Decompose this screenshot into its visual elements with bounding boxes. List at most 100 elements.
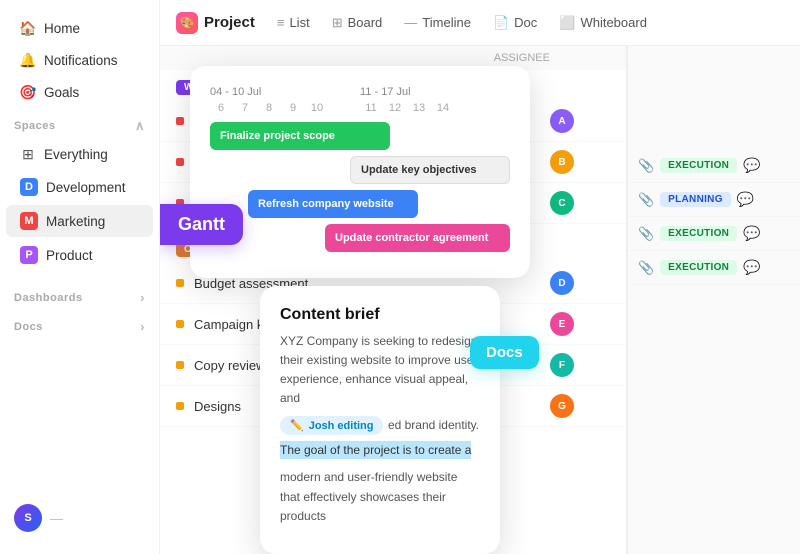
task-dot <box>176 402 184 410</box>
dashboards-expand-icon[interactable]: › <box>140 290 145 305</box>
list-icon: ≡ <box>277 15 285 30</box>
status-row: 📎 EXECUTION 💬 <box>628 251 800 285</box>
clip-icon: 📎 <box>638 226 654 242</box>
assignee-col: F <box>550 353 610 377</box>
development-dot: D <box>20 178 38 196</box>
gantt-bar-outline: Update key objectives <box>350 156 510 184</box>
right-panel: 📎 EXECUTION 💬 📎 PLANNING 💬 📎 EXECUTION 💬… <box>627 46 800 554</box>
timeline-icon: — <box>404 15 417 30</box>
status-badge: PLANNING <box>660 192 731 207</box>
clip-icon: 📎 <box>638 158 654 174</box>
product-dot: P <box>20 246 38 264</box>
tab-timeline[interactable]: — Timeline <box>394 10 481 35</box>
assignee-col: C <box>550 191 610 215</box>
avatar: D <box>550 271 574 295</box>
message-icon: 💬 <box>743 259 760 276</box>
edit-icon: ✏️ <box>290 419 304 432</box>
sidebar-item-label: Home <box>44 21 80 36</box>
header-tabs: ≡ List ⊞ Board — Timeline 📄 Doc ⬜ Whi <box>267 10 657 36</box>
avatar: E <box>550 312 574 336</box>
board-icon: ⊞ <box>332 15 343 31</box>
assignee-col: G <box>550 394 610 418</box>
tab-list[interactable]: ≡ List <box>267 10 320 35</box>
bell-icon: 🔔 <box>20 52 36 68</box>
user-menu-icon[interactable]: — <box>50 511 63 526</box>
sidebar-item-marketing[interactable]: M Marketing <box>6 205 153 237</box>
docs-card: Content brief XYZ Company is seeking to … <box>260 286 500 554</box>
task-dot <box>176 320 184 328</box>
sidebar-item-label: Product <box>46 248 93 263</box>
gantt-bar-row: Refresh company website <box>210 190 510 218</box>
status-badge: EXECUTION <box>660 158 737 173</box>
goals-icon: 🎯 <box>20 84 36 100</box>
gantt-bar-fill: Finalize project scope <box>210 122 390 150</box>
header-title: Project <box>204 14 255 31</box>
task-dot <box>176 117 184 125</box>
editing-badge: ✏️ Josh editing <box>280 416 383 435</box>
message-icon: 💬 <box>743 225 760 242</box>
sidebar-item-label: Marketing <box>46 214 105 229</box>
assignee-col: D <box>550 271 610 295</box>
task-dot <box>176 361 184 369</box>
status-badge: EXECUTION <box>660 260 737 275</box>
assignee-col: A <box>550 109 610 133</box>
gantt-date-header: 04 - 10 Jul 6 7 8 9 10 11 - 17 Jul 11 <box>210 86 510 114</box>
tab-whiteboard[interactable]: ⬜ Whiteboard <box>549 10 657 36</box>
grid-icon: ⊞ <box>20 146 36 162</box>
home-icon: 🏠 <box>20 20 36 36</box>
sidebar-item-development[interactable]: D Development <box>6 171 153 203</box>
status-row: 📎 EXECUTION 💬 <box>628 217 800 251</box>
sidebar-item-label: Notifications <box>44 53 118 68</box>
docs-label: Docs <box>470 336 539 369</box>
assignee-col: E <box>550 312 610 336</box>
clip-icon: 📎 <box>638 260 654 276</box>
sidebar-item-product[interactable]: P Product <box>6 239 153 271</box>
assignee-col: B <box>550 150 610 174</box>
sidebar-item-label: Everything <box>44 147 108 162</box>
docs-text-highlight: The goal of the project is to create a <box>280 441 480 460</box>
docs-expand-icon[interactable]: › <box>140 319 145 334</box>
sidebar-item-label: Development <box>46 180 126 195</box>
avatar: B <box>550 150 574 174</box>
status-badge: EXECUTION <box>660 226 737 241</box>
content-body: ASSIGNEE WEBSITE Campaign research A Con… <box>160 46 800 554</box>
docs-section: Docs › <box>0 309 159 338</box>
status-row: 📎 PLANNING 💬 <box>628 183 800 217</box>
project-icon: 🎨 <box>176 12 198 34</box>
spaces-collapse-icon[interactable]: ∧ <box>135 118 145 134</box>
sidebar-item-everything[interactable]: ⊞ Everything <box>6 139 153 169</box>
gantt-days: 6 7 8 9 10 <box>210 102 360 114</box>
gantt-card: 04 - 10 Jul 6 7 8 9 10 11 - 17 Jul 11 <box>190 66 530 278</box>
task-dot <box>176 279 184 287</box>
spaces-section: Spaces ∧ <box>0 108 159 138</box>
gantt-bar-row: Update contractor agreement <box>210 224 510 252</box>
sidebar-item-label: Goals <box>44 85 79 100</box>
docs-text-2: ed brand identity. <box>388 418 479 432</box>
whiteboard-icon: ⬜ <box>559 15 575 31</box>
docs-text-3: modern and user-friendly website that ef… <box>280 468 480 526</box>
sidebar-item-goals[interactable]: 🎯 Goals <box>6 77 153 107</box>
gantt-label: Gantt <box>160 204 243 245</box>
task-dot <box>176 158 184 166</box>
dashboards-section: Dashboards › <box>0 280 159 309</box>
main-content: 🎨 Project ≡ List ⊞ Board — Timeline 📄 Do… <box>160 0 800 554</box>
message-icon: 💬 <box>737 191 754 208</box>
status-row: 📎 EXECUTION 💬 <box>628 149 800 183</box>
sidebar-item-home[interactable]: 🏠 Home <box>6 13 153 43</box>
gantt-bar-row: Update key objectives <box>210 156 510 184</box>
sidebar: 🏠 Home 🔔 Notifications 🎯 Goals Spaces ∧ … <box>0 0 160 554</box>
highlight-text: The goal of the project is to create a <box>280 441 471 459</box>
avatar: A <box>550 109 574 133</box>
gantt-bar-fill: Update contractor agreement <box>325 224 510 252</box>
sidebar-item-notifications[interactable]: 🔔 Notifications <box>6 45 153 75</box>
gantt-bar-fill: Refresh company website <box>248 190 418 218</box>
header: 🎨 Project ≡ List ⊞ Board — Timeline 📄 Do… <box>160 0 800 46</box>
avatar: F <box>550 353 574 377</box>
tab-doc[interactable]: 📄 Doc <box>483 10 547 36</box>
avatar: S <box>14 504 42 532</box>
gantt-bar-row: Finalize project scope <box>210 122 510 150</box>
tab-board[interactable]: ⊞ Board <box>322 10 393 36</box>
message-icon: 💬 <box>743 157 760 174</box>
marketing-dot: M <box>20 212 38 230</box>
avatar: C <box>550 191 574 215</box>
